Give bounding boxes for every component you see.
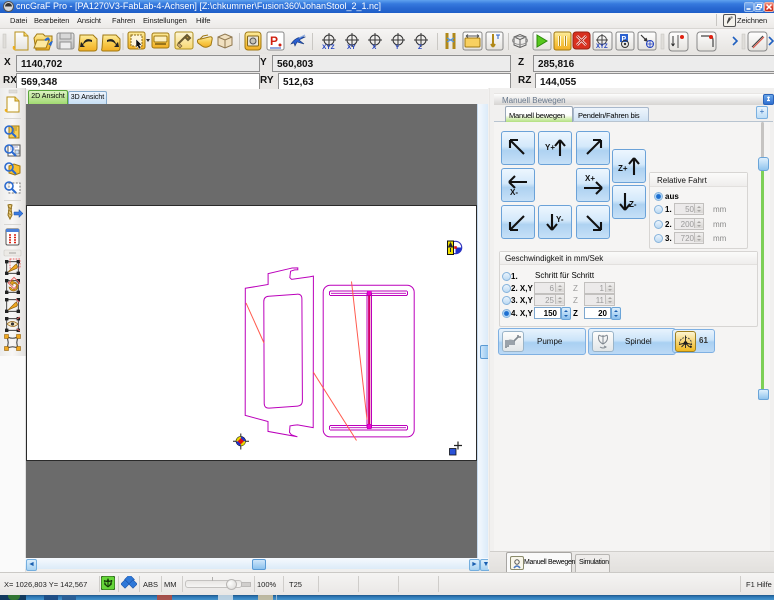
svg-text:Y+: Y+: [545, 143, 555, 152]
svg-text:Y: Y: [395, 44, 400, 51]
svg-text:XYZ: XYZ: [322, 44, 335, 51]
svg-text:X-: X-: [510, 188, 518, 197]
svg-text:XY: XY: [347, 44, 356, 51]
svg-text:X: X: [372, 44, 377, 51]
svg-text:P: P: [270, 34, 278, 48]
svg-text:Z-: Z-: [629, 200, 637, 209]
svg-text:Y-: Y-: [556, 215, 564, 224]
svg-text:Z+: Z+: [618, 164, 628, 173]
svg-text:Z: Z: [418, 44, 422, 51]
svg-text:XYZ: XYZ: [596, 44, 608, 50]
svg-text:X+: X+: [585, 174, 595, 183]
